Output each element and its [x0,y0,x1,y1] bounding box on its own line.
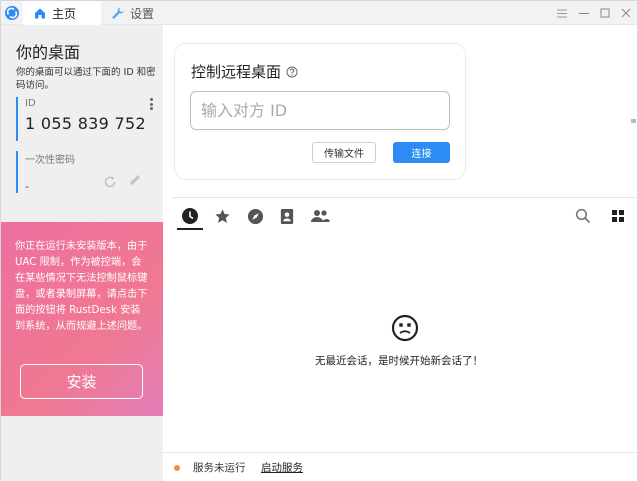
your-desktop-description: 你的桌面可以通过下面的 ID 和密码访问。 [16,67,156,91]
maximize-icon [600,8,610,18]
tab-recent-sessions[interactable] [179,206,201,226]
grid-view-icon[interactable] [610,208,626,224]
install-warning-text: 你正在运行未安装版本，由于 UAC 限制，作为被控端，会在某些情况下无法控制鼠标… [15,241,148,332]
discovered-icon [247,208,263,224]
tab-favorites[interactable] [211,206,233,226]
tab-discovered[interactable] [244,206,266,226]
id-more-menu-icon[interactable] [146,97,156,111]
one-time-password-label: 一次性密码 [25,155,75,166]
scrollbar-indicator[interactable] [631,119,636,123]
your-desktop-title: 你的桌面 [16,43,81,62]
menu-icon [557,9,567,17]
empty-sessions-text: 无最近会话，是时候开始新会话了！ [315,355,483,367]
close-icon [621,8,631,18]
favorites-icon [214,208,230,223]
tab-settings[interactable]: 设置 [109,1,154,25]
menu-button[interactable] [551,1,573,25]
group-icon [311,210,330,222]
status-bar: 服务未运行 启动服务 [163,452,637,481]
recent-sessions-icon [182,208,198,224]
search-icon[interactable] [575,208,591,224]
close-button[interactable] [615,1,637,25]
transfer-file-button[interactable]: 传输文件 [312,142,376,163]
address-book-icon [280,208,294,224]
tab-home-label: 主页 [52,6,77,21]
start-service-link[interactable]: 启动服务 [261,460,303,475]
home-icon [35,8,45,19]
service-status-text: 服务未运行 [193,462,246,474]
service-status-dot [174,465,180,471]
remote-control-card: 控制远程桌面 传输文件 连接 [174,43,466,180]
connect-button[interactable]: 连接 [393,142,450,163]
id-value[interactable]: 1 055 839 752 [25,114,156,133]
tab-groups[interactable] [309,206,331,226]
section-divider [172,197,637,198]
help-icon[interactable] [286,66,298,78]
remote-id-input[interactable] [190,91,450,130]
id-label: ID [25,98,36,109]
password-section: 一次性密码 - [16,151,156,193]
install-button[interactable]: 安装 [20,364,143,399]
rustdesk-logo-icon [5,6,19,20]
remote-control-title-text: 控制远程桌面 [191,63,282,81]
left-panel: 你的桌面 你的桌面可以通过下面的 ID 和密码访问。 ID 1 055 839 … [1,25,163,481]
minimize-icon [579,12,589,14]
remote-control-title: 控制远程桌面 [191,61,298,82]
id-section: ID 1 055 839 752 [16,97,156,141]
refresh-password-icon[interactable] [103,175,117,189]
maximize-button[interactable] [594,1,616,25]
tab-address-book[interactable] [276,206,298,226]
sad-face-icon [391,314,419,342]
tab-home[interactable]: 主页 [23,1,101,25]
tab-settings-label: 设置 [130,6,155,21]
install-warning-panel: 你正在运行未安装版本，由于 UAC 限制，作为被控端，会在某些情况下无法控制鼠标… [1,222,163,416]
minimize-button[interactable] [573,1,595,25]
title-bar: 主页 设置 [1,1,637,25]
app-window: 主页 设置 你的桌面 你的桌面可以通过下面的 ID 和密码访问。 ID 1 05… [0,0,638,481]
wrench-icon [112,7,124,19]
active-tab-indicator [177,228,203,230]
edit-password-icon[interactable] [128,173,142,187]
